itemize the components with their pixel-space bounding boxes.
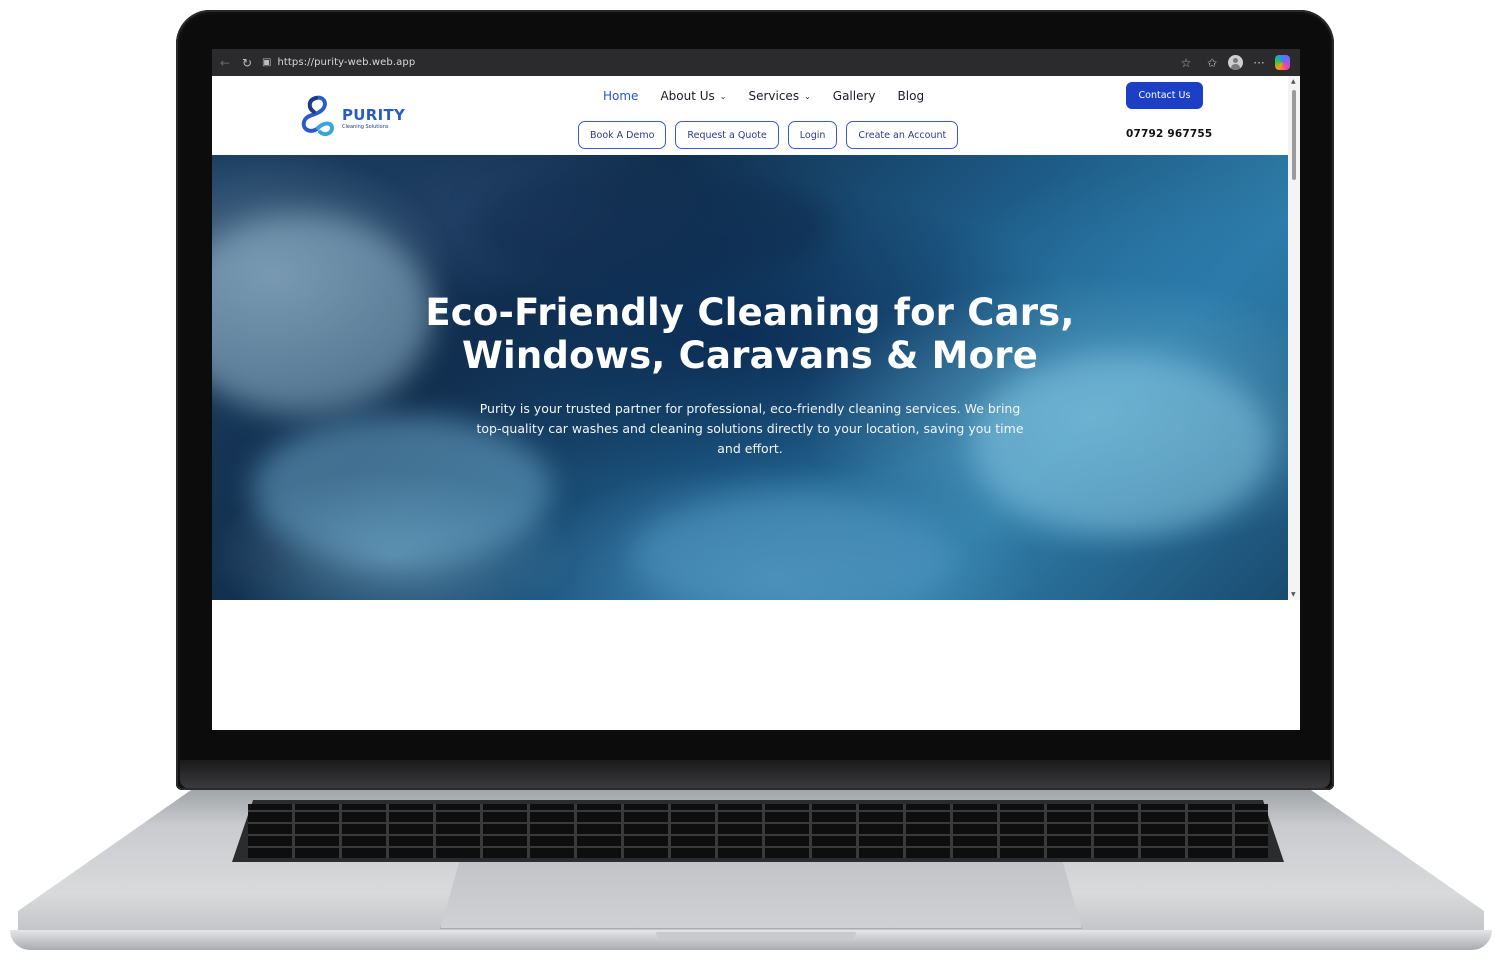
hero-title: Eco-Friendly Cleaning for Cars, Windows,…	[425, 291, 1075, 377]
trackpad	[440, 862, 1082, 929]
hero-section: Eco-Friendly Cleaning for Cars, Windows,…	[212, 155, 1288, 600]
hero-description: Purity is your trusted partner for profe…	[476, 401, 1024, 456]
content-area	[212, 600, 1300, 730]
main-nav: Home About Us ⌄ Services ⌄ Gallery Blog	[592, 86, 935, 106]
chevron-down-icon: ⌄	[719, 91, 727, 101]
nav-blog-label: Blog	[897, 89, 925, 103]
page-scrollbar[interactable]: ▲ ▼	[1288, 76, 1300, 600]
nav-services-label: Services	[748, 89, 800, 103]
browser-actions: ☆ ✩ ···	[1176, 52, 1290, 74]
site-header: PURITY Cleaning Solutions Home About Us …	[212, 76, 1288, 155]
action-buttons: Book A Demo Request a Quote Login Create…	[578, 121, 959, 149]
back-arrow-icon[interactable]: ←	[214, 52, 236, 74]
favorites-icon[interactable]: ✩	[1202, 52, 1222, 74]
nav-blog[interactable]: Blog	[887, 86, 936, 106]
copilot-icon[interactable]	[1275, 55, 1290, 70]
hero-background-swirl	[632, 495, 952, 600]
lid-notch	[656, 932, 856, 940]
phone-number[interactable]: 07792 967755	[1126, 128, 1212, 140]
laptop-screen: ← ↻ ▣ https://purity-web.web.app ☆ ✩ ···…	[212, 49, 1300, 730]
scroll-down-icon[interactable]: ▼	[1291, 591, 1296, 598]
nav-services[interactable]: Services ⌄	[737, 86, 821, 106]
address-bar-url[interactable]: https://purity-web.web.app	[277, 57, 415, 68]
laptop-hinge	[180, 760, 1330, 788]
hero-background-swirl	[472, 165, 832, 285]
hero-content: Eco-Friendly Cleaning for Cars, Windows,…	[212, 291, 1288, 459]
logo-mark-icon	[301, 95, 335, 137]
chevron-down-icon: ⌄	[804, 91, 811, 101]
keyboard	[248, 804, 1268, 858]
reload-icon[interactable]: ↻	[236, 52, 258, 74]
nav-about-us-label: About Us	[660, 89, 715, 103]
more-options-icon[interactable]: ···	[1249, 52, 1269, 74]
create-account-button[interactable]: Create an Account	[846, 121, 959, 149]
scroll-thumb[interactable]	[1292, 90, 1296, 180]
browser-toolbar: ← ↻ ▣ https://purity-web.web.app ☆ ✩ ···	[212, 49, 1300, 76]
login-button[interactable]: Login	[787, 121, 838, 149]
contact-us-button[interactable]: Contact Us	[1126, 82, 1203, 109]
nav-home[interactable]: Home	[592, 86, 649, 106]
book-demo-button[interactable]: Book A Demo	[578, 121, 667, 149]
nav-gallery[interactable]: Gallery	[822, 86, 887, 106]
scroll-up-icon[interactable]: ▲	[1291, 78, 1296, 85]
brand-name: PURITY	[342, 106, 406, 124]
profile-avatar-icon[interactable]	[1228, 55, 1243, 70]
brand-tagline: Cleaning Solutions	[342, 124, 389, 130]
nav-home-label: Home	[603, 89, 639, 103]
laptop-mockup: ← ↻ ▣ https://purity-web.web.app ☆ ✩ ···…	[0, 0, 1503, 964]
lock-icon[interactable]: ▣	[262, 57, 271, 68]
request-quote-button[interactable]: Request a Quote	[675, 121, 779, 149]
star-icon[interactable]: ☆	[1176, 52, 1196, 74]
nav-gallery-label: Gallery	[832, 89, 876, 103]
nav-about-us[interactable]: About Us ⌄	[649, 86, 737, 106]
site-logo[interactable]: PURITY Cleaning Solutions	[294, 92, 414, 140]
